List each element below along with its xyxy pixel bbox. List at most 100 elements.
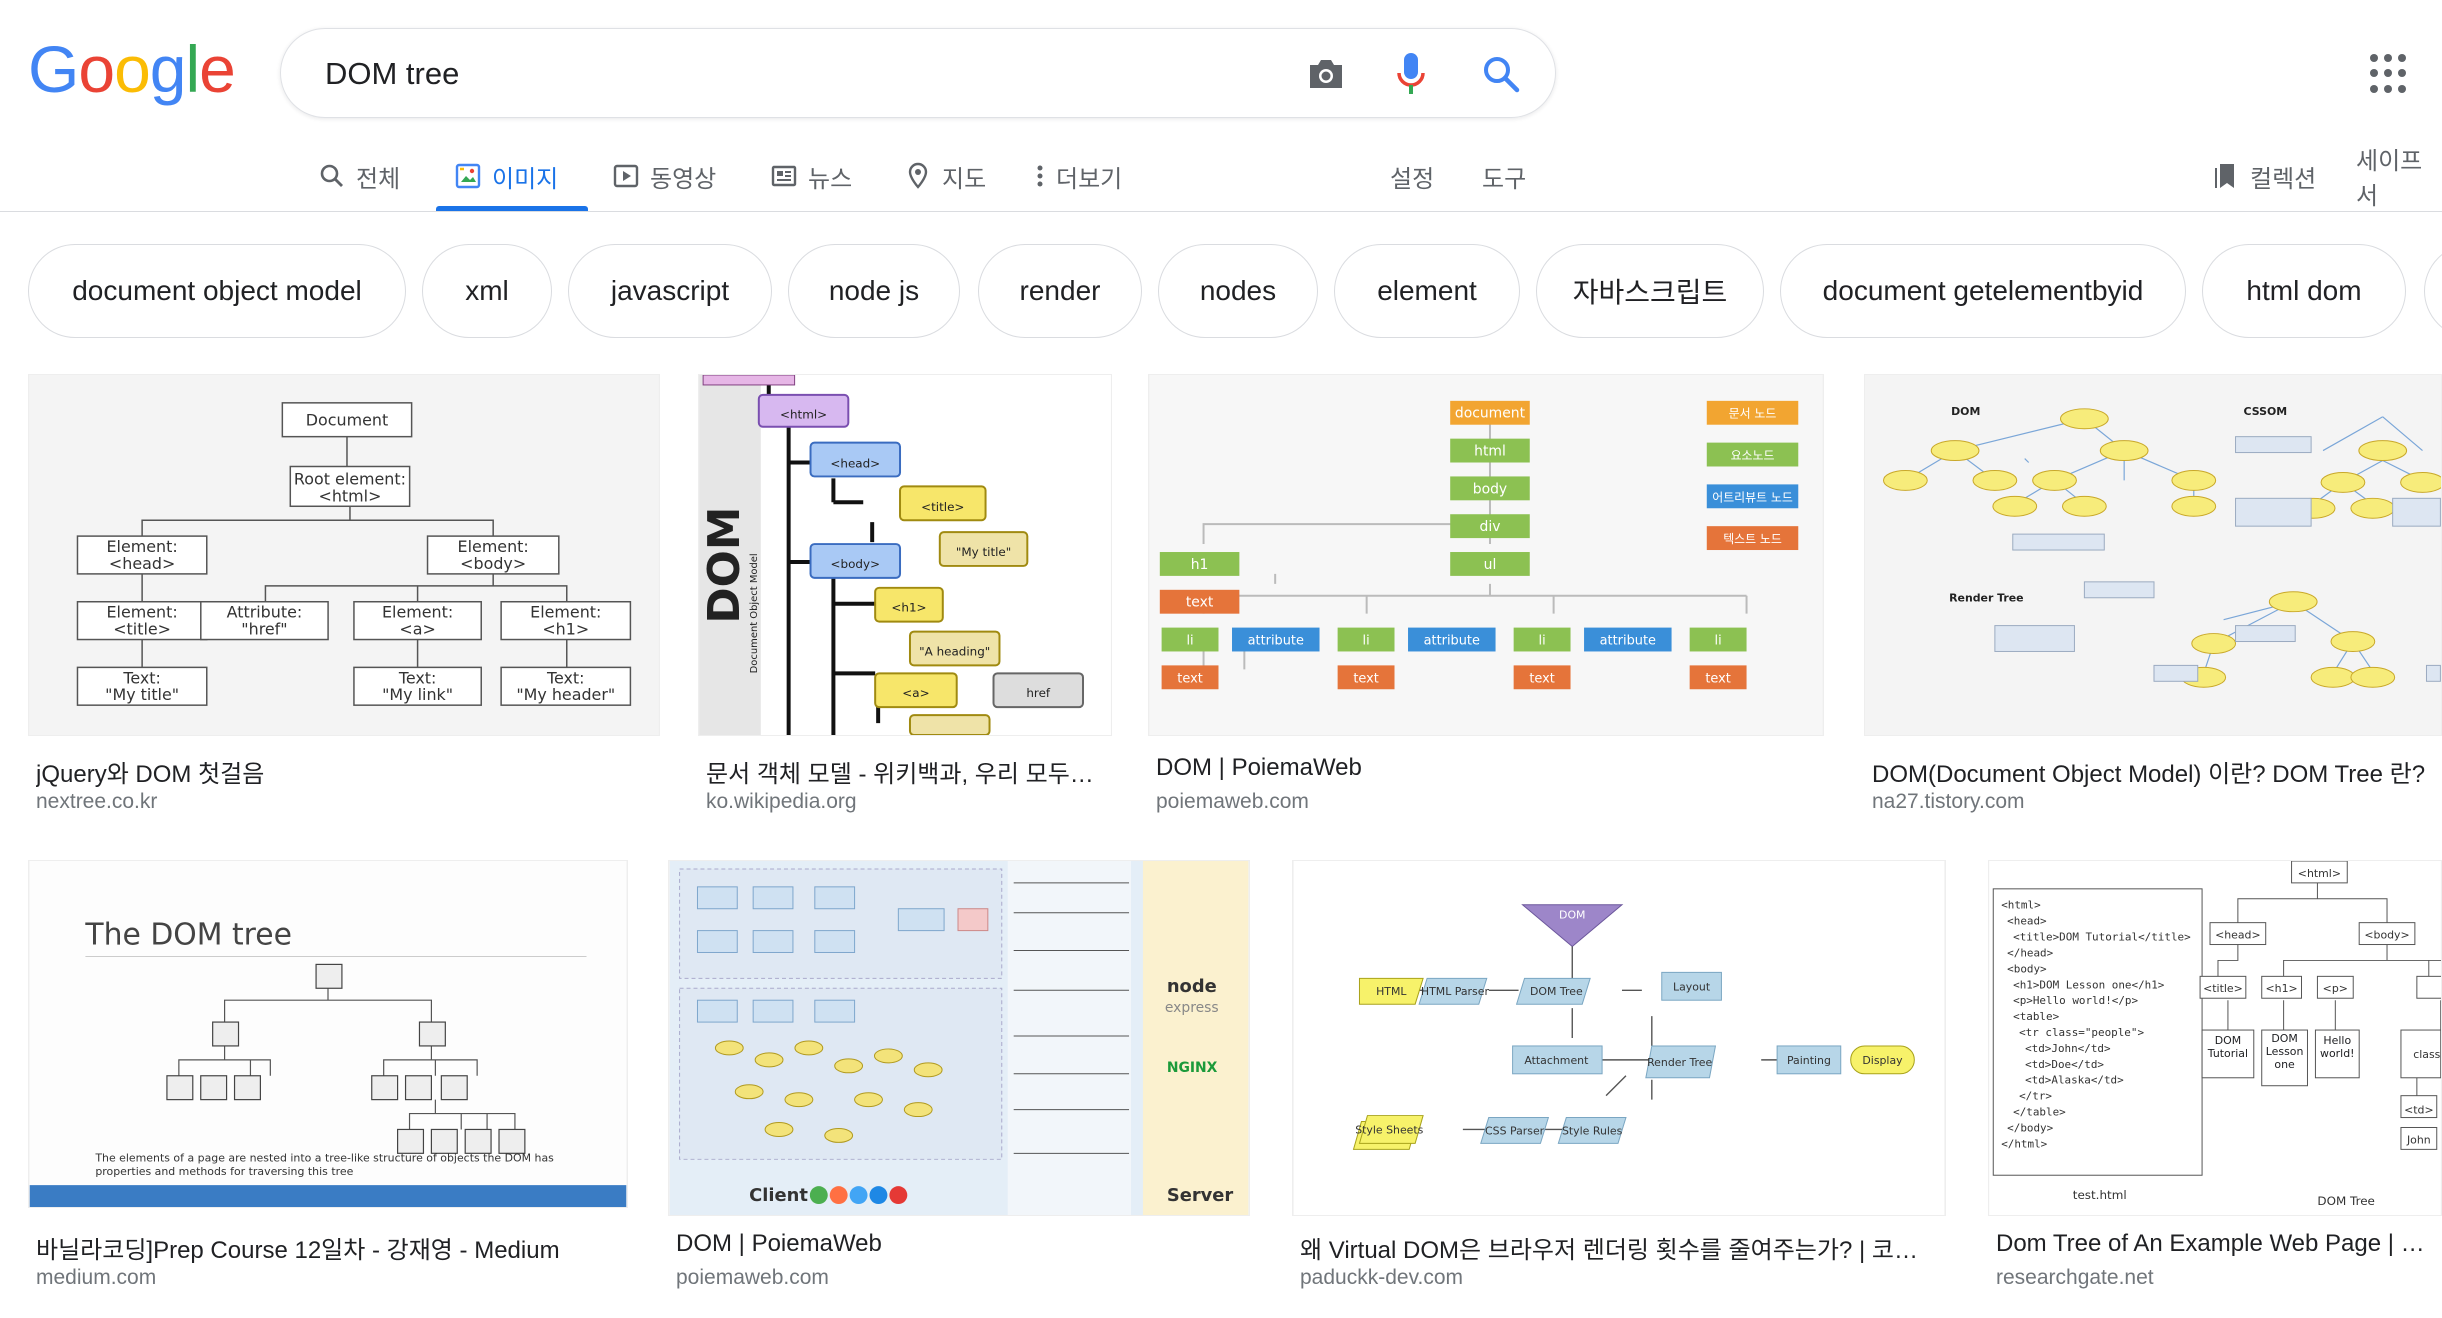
chip[interactable]: 자바스크립트 [1536,244,1764,338]
chip[interactable]: nodes [1158,244,1318,338]
tools-link[interactable]: 도구 [1482,148,1526,204]
settings-link[interactable]: 설정 [1390,148,1434,204]
thumb-text: <p> [2323,982,2348,995]
result-title[interactable]: 왜 Virtual DOM은 브라우저 렌더링 횟수를 줄여주는가? | 코딩 … [1300,1230,1920,1265]
chip[interactable]: xml [422,244,552,338]
result-title[interactable]: 문서 객체 모델 - 위키백과, 우리 모두의 ... [706,754,1106,789]
thumb-text: text [1705,671,1730,686]
google-logo[interactable]: Google [28,32,236,106]
apps-grid-icon[interactable] [2370,54,2410,94]
tab-news[interactable]: 뉴스 [770,148,852,204]
chip[interactable]: document object model [28,244,406,338]
thumb-text: html [1474,444,1506,460]
result-thumbnail[interactable]: <html> <head> <title>DOM Tutorial</title> … [1988,860,2442,1216]
chip[interactable]: render [978,244,1142,338]
thumb-text: 텍스트 노드 [1723,532,1782,546]
thumb-text: CSSOM [2243,405,2287,418]
image-result[interactable]: <html> <head> <title>DOM Tutorial</title> … [1988,860,2442,1310]
microphone-icon[interactable] [1386,49,1436,99]
search-box[interactable] [280,28,1556,118]
tab-all[interactable]: 전체 [318,148,400,204]
thumb-text: <a> [399,620,435,639]
search-input[interactable] [323,47,1227,101]
chip-partial[interactable] [2424,244,2442,338]
thumb-text: 요소노드 [1731,449,1775,463]
thumb-text: Hello world! [2320,1034,2355,1060]
logo-letter: o [114,32,151,106]
logo-letter: l [185,32,201,106]
image-icon [454,162,482,190]
thumb-text: Style Rules [1562,1124,1623,1137]
chip-label: 자바스크립트 [1572,277,1728,308]
tab-more[interactable]: 더보기 [1034,148,1122,204]
svg-text:<head>: <head> [2007,915,2047,928]
image-result[interactable]: Document Root element: <html> Element: <… [28,374,660,824]
result-title[interactable]: 바닐라코딩]Prep Course 12일차 - 강재영 - Medium [36,1230,626,1265]
tab-label: 이미지 [492,165,559,193]
logo-letter: g [149,32,187,106]
result-title[interactable]: DOM | PoiemaWeb [676,1230,1246,1258]
safesearch-label: 세이프서 [2356,148,2423,210]
thumb-text: DOM [699,507,750,624]
thumb-text: li [1186,634,1193,649]
thumb-text: 문서 노드 [1729,407,1777,421]
svg-text:<p>Hello world!</p>: <p>Hello world!</p> [2013,994,2138,1007]
thumb-text: <title> [2203,982,2243,995]
result-thumbnail[interactable]: document html body div ul h1 text li text… [1148,374,1824,736]
chip-label: document object model [72,275,362,306]
thumb-text: 어트리뷰트 노드 [1712,490,1793,504]
chip[interactable]: document getelementbyid [1780,244,2186,338]
thumb-text: <a> [902,686,929,700]
thumb-text: HTML [1376,985,1407,998]
result-title[interactable]: DOM(Document Object Model) 이란? DOM Tree … [1872,754,2438,789]
safesearch-link[interactable]: 세이프서 [2356,148,2442,210]
thumb-text: body [1473,481,1507,497]
thumb-text: text [1177,671,1202,686]
image-result[interactable]: node express NGINX Client Server DOM | P… [668,860,1250,1310]
collections-link[interactable]: 컬렉션 [2212,148,2316,204]
thumb-text: <body> [460,554,526,573]
tab-label: 뉴스 [808,165,853,193]
search-icon[interactable] [1476,49,1526,99]
result-thumbnail[interactable]: node express NGINX Client Server [668,860,1250,1216]
thumb-text: text [1529,671,1554,686]
image-result[interactable]: DOM CSSOM Render Tree DOM(Document Objec… [1864,374,2442,824]
active-tab-indicator [436,206,588,211]
result-thumbnail[interactable]: DOM Document Object Model <html> <head> … [698,374,1112,736]
thumb-text: NGINX [1167,1060,1218,1076]
tab-videos[interactable]: 동영상 [612,148,716,204]
thumb-text: text [1353,671,1378,686]
tab-label: 더보기 [1056,165,1123,193]
chip-label: html dom [2246,275,2362,306]
thumb-text: <head> [2215,929,2261,942]
image-result[interactable]: The DOM tree The elements of a page are … [28,860,628,1310]
image-result[interactable]: document html body div ul h1 text li text… [1148,374,1824,824]
image-result[interactable]: DOM HTML HTML Parser DOM Tree Layout Att… [1292,860,1946,1310]
tab-maps[interactable]: 지도 [904,148,986,204]
chip[interactable]: html dom [2202,244,2406,338]
thumb-text: Layout [1673,980,1711,993]
chip[interactable]: node js [788,244,960,338]
thumb-text: DOM [1559,909,1585,922]
result-thumbnail[interactable]: DOM HTML HTML Parser DOM Tree Layout Att… [1292,860,1946,1216]
thumb-text: <title> [921,500,964,514]
tab-label: 전체 [356,165,401,193]
thumb-text: The elements of a page are nested into a… [95,1151,554,1179]
logo-letter: o [78,32,115,106]
chip[interactable]: javascript [568,244,772,338]
result-title[interactable]: jQuery와 DOM 첫걸음 [36,754,656,789]
thumb-text: Server [1167,1185,1234,1206]
camera-icon[interactable] [1301,49,1351,99]
thumb-text: <html> [319,486,382,505]
tab-images[interactable]: 이미지 [454,148,558,204]
result-thumbnail[interactable]: The DOM tree The elements of a page are … [28,860,628,1208]
result-title[interactable]: DOM | PoiemaWeb [1156,754,1816,782]
image-result[interactable]: DOM Document Object Model <html> <head> … [698,374,1112,824]
result-thumbnail[interactable]: DOM CSSOM Render Tree [1864,374,2442,736]
chip[interactable]: element [1334,244,1520,338]
related-search-chips: document object model xml javascript nod… [0,244,2442,340]
thumb-text: CSS Parser [1485,1124,1545,1137]
result-title[interactable]: Dom Tree of An Example Web Page | Downlo… [1996,1230,2440,1258]
result-thumbnail[interactable]: Document Root element: <html> Element: <… [28,374,660,736]
thumb-text: <td> [2404,1104,2434,1117]
